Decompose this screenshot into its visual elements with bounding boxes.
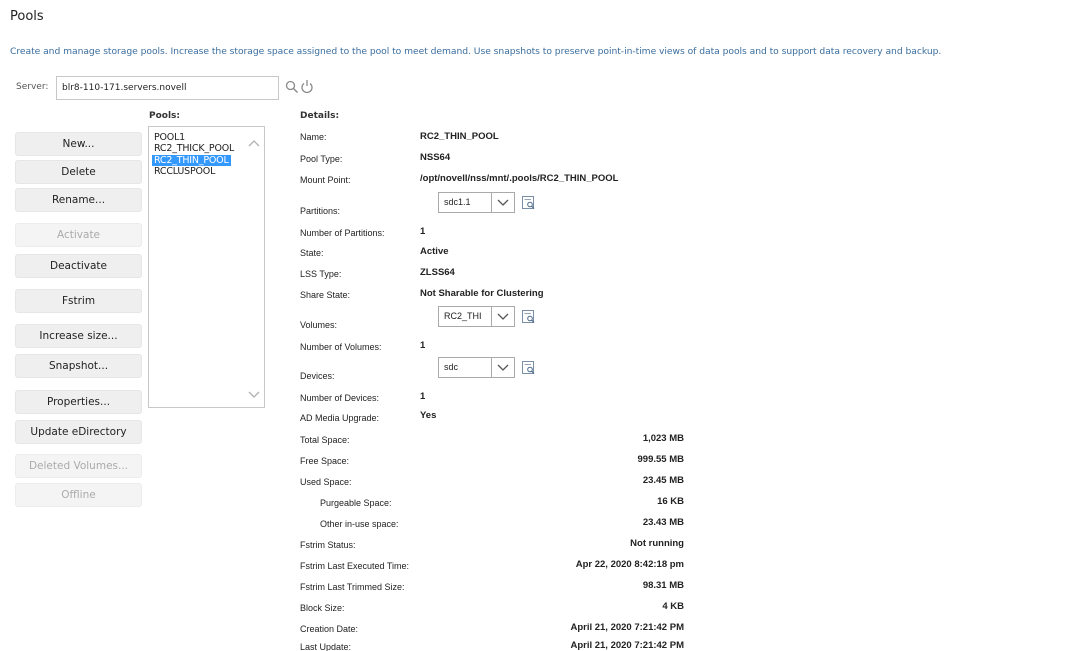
partitions-label: Partitions: bbox=[300, 206, 341, 216]
update-edirectory-button[interactable]: Update eDirectory bbox=[15, 420, 142, 444]
number-of-devices-value: 1 bbox=[420, 391, 426, 402]
number-of-volumes-value: 1 bbox=[420, 340, 426, 351]
chevron-down-icon bbox=[497, 313, 509, 320]
lss-type-value: ZLSS64 bbox=[420, 267, 455, 278]
delete-button[interactable]: Delete bbox=[15, 160, 142, 184]
mount-point-value: /opt/novell/nss/mnt/.pools/RC2_THIN_POOL bbox=[420, 173, 619, 184]
server-input[interactable] bbox=[56, 76, 279, 100]
name-label: Name: bbox=[300, 132, 327, 142]
devices-selected[interactable]: sdc bbox=[438, 357, 492, 378]
other-in-use-space-label: Other in-use space: bbox=[320, 519, 399, 529]
pools-header: Pools: bbox=[149, 111, 181, 121]
share-state-label: Share State: bbox=[300, 290, 351, 300]
number-of-partitions-label: Number of Partitions: bbox=[300, 228, 385, 238]
other-in-use-space-value: 23.43 MB bbox=[642, 517, 684, 528]
volumes-label: Volumes: bbox=[300, 320, 338, 330]
chevron-down-icon bbox=[497, 199, 509, 206]
details-header: Details: bbox=[300, 111, 340, 121]
free-space-value: 999.55 MB bbox=[637, 454, 684, 465]
state-label: State: bbox=[300, 248, 324, 258]
fstrim-status-value: Not running bbox=[630, 538, 684, 549]
purgeable-space-value: 16 KB bbox=[657, 496, 684, 507]
number-of-devices-label: Number of Devices: bbox=[300, 393, 380, 403]
block-size-label: Block Size: bbox=[300, 603, 345, 613]
deleted-volumes-button[interactable]: Deleted Volumes... bbox=[15, 454, 142, 478]
properties-button[interactable]: Properties... bbox=[15, 390, 142, 414]
purgeable-space-label: Purgeable Space: bbox=[320, 498, 392, 508]
fstrim-last-executed-label: Fstrim Last Executed Time: bbox=[300, 561, 410, 571]
fstrim-last-trimmed-value: 98.31 MB bbox=[642, 580, 684, 591]
server-label: Server: bbox=[16, 82, 49, 92]
page-title: Pools bbox=[10, 9, 44, 24]
offline-button[interactable]: Offline bbox=[15, 483, 142, 507]
pool-type-label: Pool Type: bbox=[300, 154, 343, 164]
chevron-down-icon bbox=[497, 364, 509, 371]
activate-button[interactable]: Activate bbox=[15, 223, 142, 247]
devices-dropdown-button[interactable] bbox=[491, 357, 515, 378]
rename-button[interactable]: Rename... bbox=[15, 188, 142, 212]
fstrim-last-trimmed-label: Fstrim Last Trimmed Size: bbox=[300, 582, 405, 592]
fstrim-status-label: Fstrim Status: bbox=[300, 540, 356, 550]
pool-item-pool1[interactable]: POOL1 bbox=[154, 132, 185, 143]
name-value: RC2_THIN_POOL bbox=[420, 131, 499, 142]
state-value: Active bbox=[420, 246, 449, 257]
used-space-value: 23.45 MB bbox=[642, 475, 684, 486]
page-description: Create and manage storage pools. Increas… bbox=[10, 46, 942, 57]
fstrim-button[interactable]: Fstrim bbox=[15, 289, 142, 313]
pool-item-rc2-thick-pool[interactable]: RC2_THICK_POOL bbox=[154, 143, 234, 154]
pool-list[interactable]: POOL1 RC2_THICK_POOL RC2_THIN_POOL RCCLU… bbox=[148, 126, 265, 408]
volumes-dropdown[interactable]: RC2_THI bbox=[438, 306, 535, 327]
devices-label: Devices: bbox=[300, 371, 335, 381]
creation-date-label: Creation Date: bbox=[300, 624, 359, 634]
last-update-value: April 21, 2020 7:21:42 PM bbox=[570, 640, 684, 651]
total-space-label: Total Space: bbox=[300, 435, 350, 445]
volumes-lookup-icon[interactable] bbox=[521, 309, 536, 324]
search-icon[interactable] bbox=[285, 80, 299, 94]
devices-lookup-icon[interactable] bbox=[521, 360, 536, 375]
partitions-lookup-icon[interactable] bbox=[521, 195, 536, 210]
pool-item-rc2-thin-pool[interactable]: RC2_THIN_POOL bbox=[152, 155, 231, 166]
devices-dropdown[interactable]: sdc bbox=[438, 357, 535, 378]
used-space-label: Used Space: bbox=[300, 477, 352, 487]
scroll-down-icon[interactable] bbox=[248, 391, 260, 399]
number-of-volumes-label: Number of Volumes: bbox=[300, 342, 382, 352]
fstrim-last-executed-value: Apr 22, 2020 8:42:18 pm bbox=[575, 559, 684, 570]
mount-point-label: Mount Point: bbox=[300, 175, 351, 185]
pool-item-rccluspool[interactable]: RCCLUSPOOL bbox=[154, 166, 215, 177]
lss-type-label: LSS Type: bbox=[300, 269, 342, 279]
partitions-dropdown-button[interactable] bbox=[491, 192, 515, 213]
partitions-selected[interactable]: sdc1.1 bbox=[438, 192, 492, 213]
volumes-selected[interactable]: RC2_THI bbox=[438, 306, 492, 327]
ad-media-upgrade-value: Yes bbox=[420, 410, 437, 421]
snapshot-button[interactable]: Snapshot... bbox=[15, 354, 142, 378]
creation-date-value: April 21, 2020 7:21:42 PM bbox=[570, 622, 684, 633]
refresh-icon[interactable] bbox=[300, 79, 314, 94]
last-update-label: Last Update: bbox=[300, 642, 352, 651]
number-of-partitions-value: 1 bbox=[420, 226, 426, 237]
ad-media-upgrade-label: AD Media Upgrade: bbox=[300, 413, 380, 423]
share-state-value: Not Sharable for Clustering bbox=[420, 288, 544, 299]
new-button[interactable]: New... bbox=[15, 132, 142, 156]
scroll-up-icon[interactable] bbox=[248, 139, 260, 147]
pool-type-value: NSS64 bbox=[420, 152, 451, 163]
block-size-value: 4 KB bbox=[662, 601, 684, 612]
increase-size-button[interactable]: Increase size... bbox=[15, 324, 142, 348]
free-space-label: Free Space: bbox=[300, 456, 350, 466]
volumes-dropdown-button[interactable] bbox=[491, 306, 515, 327]
deactivate-button[interactable]: Deactivate bbox=[15, 254, 142, 278]
total-space-value: 1,023 MB bbox=[642, 433, 684, 444]
partitions-dropdown[interactable]: sdc1.1 bbox=[438, 192, 535, 213]
